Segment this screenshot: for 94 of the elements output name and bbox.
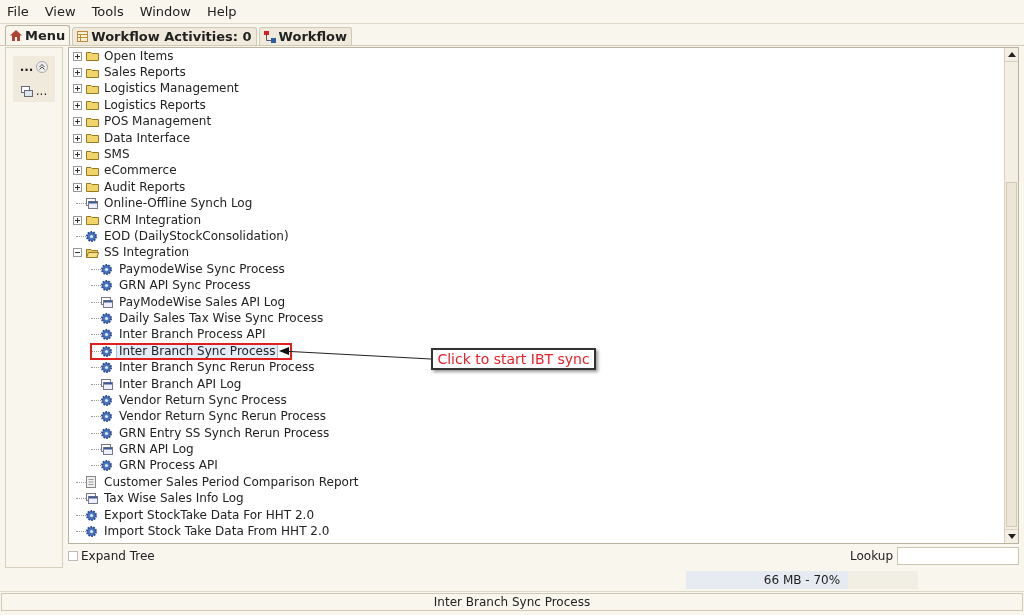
scroll-up-icon[interactable] <box>1007 52 1016 57</box>
window-icon <box>101 444 113 456</box>
menu-item[interactable]: View <box>43 1 77 22</box>
open-folder-icon <box>86 247 99 258</box>
gear-icon <box>86 526 97 537</box>
expand-toggle-icon[interactable] <box>73 150 82 160</box>
menu-item[interactable]: File <box>6 1 30 22</box>
gear-icon <box>86 509 97 521</box>
workflow-icon <box>263 30 276 43</box>
gear-icon <box>86 231 97 242</box>
callout: Click to start IBT sync <box>431 347 596 370</box>
folder-icon <box>86 165 99 176</box>
collapse-icon[interactable] <box>36 61 49 73</box>
expand-tree-label: Expand Tree <box>81 548 155 565</box>
tree-item[interactable]: Vendor Return Sync Process <box>116 392 290 408</box>
expand-toggle-icon[interactable] <box>73 100 82 110</box>
tree-item[interactable]: Online-Offline Synch Log <box>101 196 256 212</box>
tree-item[interactable]: Inter Branch API Log <box>116 376 245 392</box>
tab[interactable]: Menu <box>5 25 71 45</box>
tree-item[interactable]: Audit Reports <box>101 179 189 195</box>
tree-item[interactable]: EOD (DailyStockConsolidation) <box>101 229 292 244</box>
expand-toggle-icon[interactable] <box>73 84 82 94</box>
expand-toggle-icon[interactable] <box>73 68 82 78</box>
tab[interactable]: Workflow <box>258 27 353 45</box>
expand-toggle-icon[interactable] <box>73 166 82 176</box>
collapse-toggle-icon[interactable] <box>73 248 82 258</box>
tree-item[interactable]: PaymodeWise Sync Process <box>116 261 288 277</box>
tree-item[interactable]: Daily Sales Tax Wise Sync Process <box>116 310 327 326</box>
tree-item[interactable]: SMS <box>101 147 133 163</box>
folder-icon <box>86 133 99 144</box>
tree-item[interactable]: GRN Process API <box>116 458 221 474</box>
gear-icon <box>101 460 112 472</box>
tree-item[interactable]: eCommerce <box>101 163 180 179</box>
status-bar: Inter Branch Sync Process <box>1 593 1023 611</box>
home-icon <box>10 30 22 41</box>
windows-icon[interactable] <box>20 85 33 97</box>
scroll-down-icon[interactable] <box>1007 534 1016 540</box>
window-icon <box>101 378 113 390</box>
tree-item[interactable]: Logistics Reports <box>101 97 209 113</box>
checkbox[interactable] <box>68 551 78 561</box>
tree-item[interactable]: Vendor Return Sync Rerun Process <box>116 409 329 425</box>
memory-usage: 66 MB - 70% <box>762 571 842 589</box>
folder-icon <box>86 149 99 160</box>
tree-item[interactable]: Inter Branch Process API <box>116 327 269 343</box>
tab[interactable]: Workflow Activities: 0 <box>72 27 257 45</box>
gear-icon <box>101 394 112 406</box>
gear-icon <box>101 362 112 374</box>
tree-item[interactable]: POS Management <box>101 114 215 130</box>
panel-item-label[interactable]: ... <box>35 82 48 100</box>
tree-item[interactable]: PayModeWise Sales API Log <box>116 294 289 310</box>
tree-item[interactable]: SS Integration <box>101 245 193 261</box>
gear-icon <box>101 411 112 423</box>
folder-icon <box>86 100 99 111</box>
expand-toggle-icon[interactable] <box>73 215 82 225</box>
gear-icon <box>101 280 112 292</box>
expand-toggle-icon[interactable] <box>73 51 82 61</box>
folder-icon <box>86 51 99 62</box>
window-icon <box>86 198 98 210</box>
tree-item[interactable]: GRN API Sync Process <box>116 278 254 294</box>
expand-toggle-icon[interactable] <box>73 182 82 192</box>
tree-item[interactable]: GRN API Log <box>116 442 197 458</box>
lookup-field[interactable] <box>897 547 1019 565</box>
tree-item[interactable]: CRM Integration <box>101 212 204 228</box>
lookup-label: Lookup <box>850 548 893 565</box>
gear-icon <box>101 427 112 439</box>
window-icon <box>86 493 98 505</box>
tree-item[interactable]: Customer Sales Period Comparison Report <box>101 474 362 490</box>
folder-icon <box>86 116 99 127</box>
table-icon <box>77 31 89 42</box>
gear-icon <box>101 312 112 324</box>
tree-item[interactable]: GRN Entry SS Synch Rerun Process <box>116 425 333 441</box>
expand-toggle-icon[interactable] <box>73 133 82 143</box>
window-icon <box>101 296 113 308</box>
menu-item[interactable]: Window <box>138 1 192 22</box>
folder-icon <box>86 67 99 78</box>
tree-item[interactable]: Open Items <box>101 48 177 64</box>
tree-item[interactable]: Tax Wise Sales Info Log <box>101 491 247 507</box>
folder-icon <box>86 83 99 94</box>
tree-item[interactable]: Sales Reports <box>101 65 189 81</box>
gear-icon <box>101 263 112 275</box>
menu-item[interactable]: Tools <box>90 1 125 22</box>
scrollbar[interactable] <box>1004 48 1018 544</box>
collapse-handle-label[interactable]: ... <box>19 58 34 76</box>
tree-item[interactable]: Import Stock Take Data From HHT 2.0 <box>101 524 333 539</box>
tree-item[interactable]: Logistics Management <box>101 81 242 97</box>
folder-icon <box>86 182 99 193</box>
tree-item[interactable]: Export StockTake Data For HHT 2.0 <box>101 507 318 523</box>
gear-icon <box>101 345 112 357</box>
menu-item[interactable]: Help <box>205 1 238 22</box>
folder-icon <box>86 215 99 226</box>
tree-item[interactable]: Data Interface <box>101 130 194 146</box>
gear-icon <box>101 329 112 341</box>
tree-item[interactable]: Inter Branch Sync Rerun Process <box>116 360 318 376</box>
expand-toggle-icon[interactable] <box>73 117 82 127</box>
